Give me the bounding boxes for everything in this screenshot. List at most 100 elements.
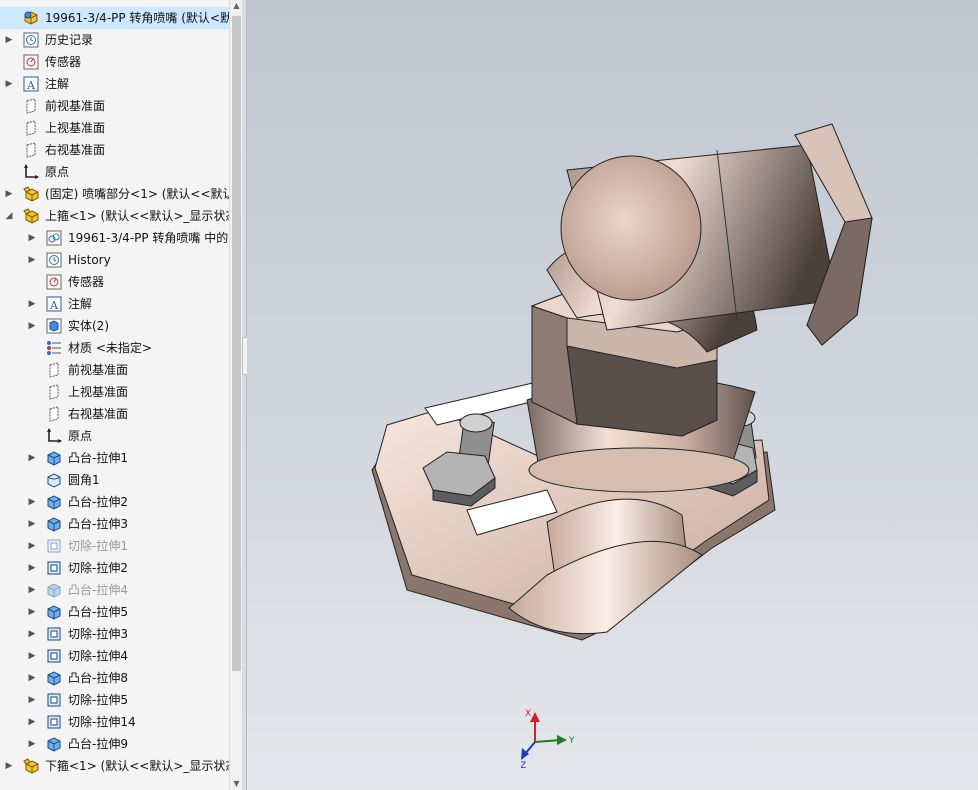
expand-arrow-icon[interactable]: ▶ <box>26 623 38 645</box>
tree-item[interactable]: 前视基准面 <box>0 95 229 117</box>
scrollbar-thumb[interactable] <box>232 16 241 671</box>
boss-extrude-icon <box>46 450 62 466</box>
expand-arrow-icon[interactable]: ▶ <box>26 447 38 469</box>
tree-item[interactable]: ▶ 切除-拉伸5 <box>0 689 229 711</box>
expand-arrow-icon[interactable]: ▶ <box>26 711 38 733</box>
boss-extrude-icon <box>46 736 62 752</box>
tree-item[interactable]: ▶ History <box>0 249 229 271</box>
tree-item-label: 凸台-拉伸4 <box>68 583 128 597</box>
expand-arrow-icon[interactable]: ▶ <box>26 227 38 249</box>
tree-item[interactable]: 右视基准面 <box>0 403 229 425</box>
solid-body-icon <box>46 318 62 334</box>
expand-arrow-icon[interactable]: ▶ <box>26 491 38 513</box>
tree-item[interactable]: ▶ 凸台-拉伸5 <box>0 601 229 623</box>
plane-icon <box>46 384 62 400</box>
expand-arrow-icon[interactable]: ▶ <box>26 535 38 557</box>
tree-item[interactable]: 圆角1 <box>0 469 229 491</box>
tree-item-label: 材质 <未指定> <box>68 341 152 355</box>
graphics-viewport[interactable]: X Y Z <box>247 0 978 790</box>
tree-item-label: 前视基准面 <box>68 363 129 377</box>
expand-arrow-icon[interactable]: ▶ <box>26 689 38 711</box>
cut-extrude-icon <box>46 692 62 708</box>
boss-extrude-icon <box>46 516 62 532</box>
svg-text:A: A <box>26 79 36 92</box>
tree-item-label: 注解 <box>68 297 93 311</box>
model-3d-view[interactable] <box>247 0 978 790</box>
tree-item-label: 切除-拉伸4 <box>68 649 128 663</box>
triad-z-label: Z <box>521 761 526 768</box>
annotation-icon: A <box>46 296 62 312</box>
tree-item[interactable]: ▶ 实体(2) <box>0 315 229 337</box>
expand-arrow-icon[interactable]: ▶ <box>26 733 38 755</box>
tree-item[interactable]: ▶ 历史记录 <box>0 29 229 51</box>
tree-item[interactable]: 上视基准面 <box>0 381 229 403</box>
tree-item[interactable]: ▶ 凸台-拉伸1 <box>0 447 229 469</box>
expand-arrow-icon[interactable]: ▶ <box>26 293 38 315</box>
tree-item-label: 凸台-拉伸8 <box>68 671 128 685</box>
tree-item-label: 上视基准面 <box>45 121 106 135</box>
tree-item[interactable]: ▶ 切除-拉伸4 <box>0 645 229 667</box>
origin-icon <box>23 164 39 180</box>
tree-item-label: 切除-拉伸1 <box>68 539 128 553</box>
tree-item-label: 凸台-拉伸9 <box>68 737 128 751</box>
tree-item-label: History <box>68 253 111 267</box>
tree-item[interactable]: ▶ 下箍<1> (默认<<默认>_显示状态 <box>0 755 229 777</box>
origin-icon <box>46 428 62 444</box>
tree-item[interactable]: ▶ 凸台-拉伸2 <box>0 491 229 513</box>
tree-item-label: 传感器 <box>68 275 105 289</box>
tree-item[interactable]: 传感器 <box>0 51 229 73</box>
tree-item[interactable]: ▶ 凸台-拉伸9 <box>0 733 229 755</box>
tree-item[interactable]: ▶ 凸台-拉伸3 <box>0 513 229 535</box>
tree-item[interactable]: ◢ 上箍<1> (默认<<默认>_显示状态 <box>0 205 229 227</box>
cut-extrude-icon <box>46 560 62 576</box>
expand-arrow-icon[interactable]: ▶ <box>26 645 38 667</box>
expand-arrow-icon[interactable]: ▶ <box>26 601 38 623</box>
pipe-end-cap <box>560 155 702 301</box>
tree-item-label: 切除-拉伸3 <box>68 627 128 641</box>
tree-item[interactable]: ▶ 19961-3/4-PP 转角喷嘴 中的 <box>0 227 229 249</box>
expand-arrow-icon[interactable]: ▶ <box>26 249 38 271</box>
tree-item[interactable]: ▶ A 注解 <box>0 73 229 95</box>
cut-extrude-icon <box>46 538 62 554</box>
tree-item[interactable]: ▶ 凸台-拉伸4 <box>0 579 229 601</box>
tree-item[interactable]: ▶ A 注解 <box>0 293 229 315</box>
expand-arrow-icon[interactable]: ▶ <box>3 755 15 777</box>
tree-item-label: (固定) 喷嘴部分<1> (默认<<默认 <box>45 187 229 201</box>
expand-arrow-icon[interactable]: ▶ <box>3 29 15 51</box>
tree-item[interactable]: 19961-3/4-PP 转角喷嘴 (默认<默认_ <box>0 7 229 29</box>
expand-arrow-icon[interactable]: ▶ <box>26 513 38 535</box>
feature-manager-tree[interactable]: 19961-3/4-PP 转角喷嘴 (默认<默认_▶历史记录传感器▶A注解前视基… <box>0 0 229 790</box>
tree-item[interactable]: 原点 <box>0 425 229 447</box>
expand-arrow-icon[interactable]: ▶ <box>26 667 38 689</box>
tree-item[interactable]: 材质 <未指定> <box>0 337 229 359</box>
sensor-icon <box>23 54 39 70</box>
expand-arrow-icon[interactable]: ▶ <box>3 183 15 205</box>
tree-item-label: 切除-拉伸2 <box>68 561 128 575</box>
tree-item[interactable]: ▶ (固定) 喷嘴部分<1> (默认<<默认 <box>0 183 229 205</box>
plane-icon <box>23 120 39 136</box>
plane-icon <box>46 362 62 378</box>
tree-item[interactable]: ▶ 切除-拉伸3 <box>0 623 229 645</box>
tree-item-label: 原点 <box>45 165 70 179</box>
tree-item[interactable]: ▶ 凸台-拉伸8 <box>0 667 229 689</box>
expand-arrow-icon[interactable]: ▶ <box>26 557 38 579</box>
tree-item[interactable]: 右视基准面 <box>0 139 229 161</box>
collapse-arrow-icon[interactable]: ◢ <box>3 205 15 227</box>
tree-item[interactable]: 前视基准面 <box>0 359 229 381</box>
tree-item-label: 前视基准面 <box>45 99 106 113</box>
tree-item[interactable]: ▶ 切除-拉伸14 <box>0 711 229 733</box>
tree-item[interactable]: ▶ 切除-拉伸1 <box>0 535 229 557</box>
plane-icon <box>23 98 39 114</box>
expand-arrow-icon[interactable]: ▶ <box>26 315 38 337</box>
tree-scrollbar[interactable]: ▲ ▼ <box>229 0 243 790</box>
tree-item[interactable]: 上视基准面 <box>0 117 229 139</box>
expand-arrow-icon[interactable]: ▶ <box>3 73 15 95</box>
tree-item[interactable]: ▶ 切除-拉伸2 <box>0 557 229 579</box>
tree-item[interactable]: 传感器 <box>0 271 229 293</box>
assembly-part-icon <box>23 758 39 774</box>
expand-arrow-icon[interactable]: ▶ <box>26 579 38 601</box>
assembly-icon <box>23 10 39 26</box>
tree-item[interactable]: 原点 <box>0 161 229 183</box>
annotation-icon: A <box>23 76 39 92</box>
svg-text:A: A <box>49 299 59 312</box>
